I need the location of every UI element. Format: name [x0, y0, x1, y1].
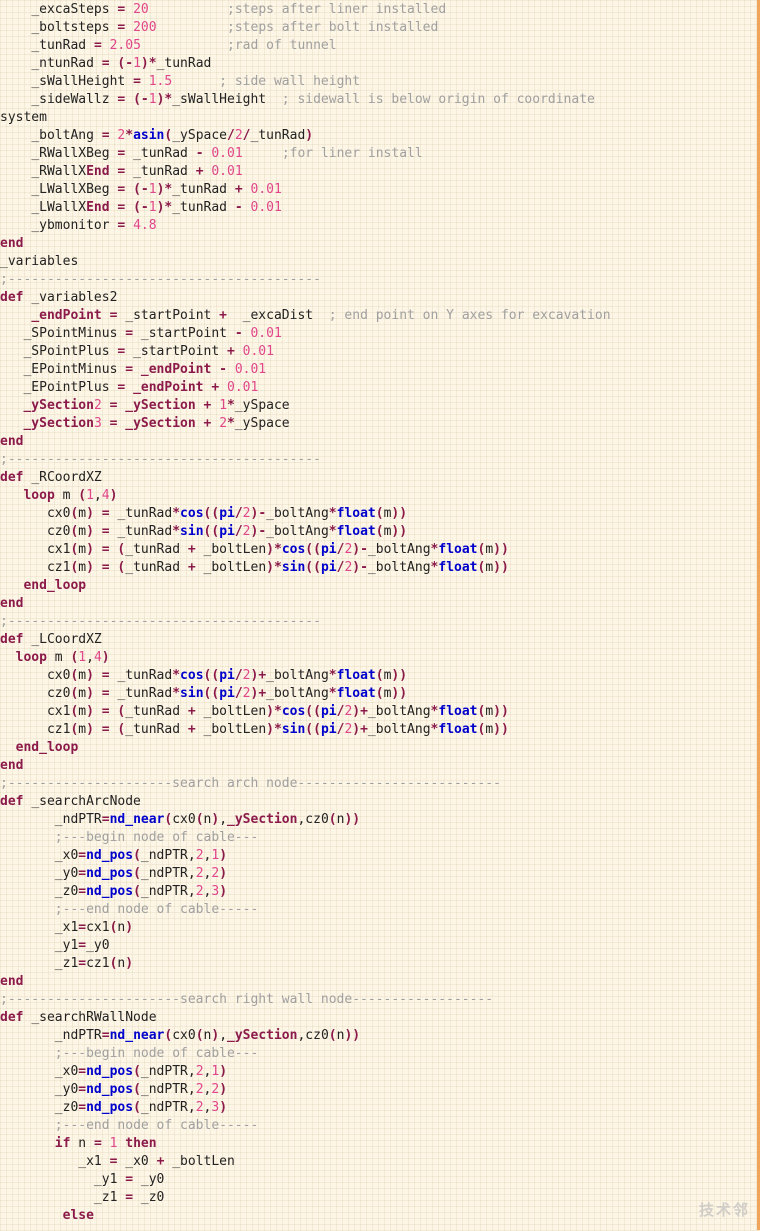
code-line: end	[0, 596, 24, 611]
code-line: ;---------------------------------------…	[0, 614, 321, 629]
code-line: _boltsteps = 200 ;steps after bolt insta…	[31, 20, 439, 35]
code-line: loop m (1,4)	[23, 488, 118, 503]
code-line: def _variables2	[0, 290, 118, 305]
code-line: cx0(m) = _tunRad*cos((pi/2)-_boltAng*flo…	[46, 506, 408, 521]
code-line: _x1 = _x0 + _boltLen	[78, 1154, 235, 1169]
code-line: def _LCoordXZ	[0, 632, 102, 647]
code-line: end	[0, 236, 24, 251]
code-line: else	[62, 1208, 94, 1223]
code-line: _x1=cx1(n)	[54, 920, 134, 935]
code-line: _y0=nd_pos(_ndPTR,2,2)	[54, 866, 228, 881]
code-line: _ntunRad = (-1)*_tunRad	[31, 56, 212, 71]
code-line: cz0(m) = _tunRad*sin((pi/2)-_boltAng*flo…	[46, 524, 408, 539]
code-line: _y1 = _y0	[93, 1172, 165, 1187]
code-line: ;----------------------search right wall…	[0, 992, 494, 1007]
code-line: _ndPTR=nd_near(cx0(n),_ySection,cz0(n))	[54, 1028, 361, 1043]
code-line: def _RCoordXZ	[0, 470, 102, 485]
code-line: _SPointPlus = _startPoint + 0.01	[23, 344, 274, 359]
code-line: cx0(m) = _tunRad*cos((pi/2)+_boltAng*flo…	[46, 668, 408, 683]
code-line: _variables	[0, 254, 79, 269]
code-line: cz0(m) = _tunRad*sin((pi/2)+_boltAng*flo…	[46, 686, 408, 701]
code-line: ;---begin node of cable---	[54, 830, 259, 845]
code-line: _ySection2 = _ySection + 1*_ySpace	[23, 398, 290, 413]
code-line: ;---begin node of cable---	[54, 1046, 259, 1061]
code-line: _sideWallz = (-1)*_sWallHeight ; sidewal…	[31, 92, 595, 107]
code-line: _ySection3 = _ySection + 2*_ySpace	[23, 416, 290, 431]
code-line: end	[0, 434, 24, 449]
code-line: ;---------------------------------------…	[0, 272, 321, 287]
code-line: _ndPTR=nd_near(cx0(n),_ySection,cz0(n))	[54, 812, 361, 827]
code-line: _x0=nd_pos(_ndPTR,2,1)	[54, 1064, 228, 1079]
code-line: if n = 1 then	[54, 1136, 157, 1151]
code-line: ;---------------------search arch node--…	[0, 776, 501, 791]
code-line: ;---end node of cable-----	[54, 902, 259, 917]
code-line: _RWallXEnd = _tunRad + 0.01	[31, 164, 243, 179]
code-line: _EPointPlus = _endPoint + 0.01	[23, 380, 259, 395]
code-line: ;---end node of cable-----	[54, 1118, 259, 1133]
code-line: def _searchArcNode	[0, 794, 141, 809]
code-line: _z1=cz1(n)	[54, 956, 134, 971]
code-line: _ybmonitor = 4.8	[31, 218, 157, 233]
code-line: cz1(m) = (_tunRad + _boltLen)*sin((pi/2)…	[46, 560, 509, 575]
code-line: _boltAng = 2*asin(_ySpace/2/_tunRad)	[31, 128, 314, 143]
code-line: end_loop	[15, 740, 79, 755]
code-line: end	[0, 974, 24, 989]
code-line: system	[0, 110, 47, 125]
code-line: _LWallXBeg = (-1)*_tunRad + 0.01	[31, 182, 282, 197]
code-line: _y0=nd_pos(_ndPTR,2,2)	[54, 1082, 228, 1097]
code-line: _EPointMinus = _endPoint - 0.01	[23, 362, 267, 377]
code-line: loop m (1,4)	[15, 650, 110, 665]
code-editor[interactable]: _excaSteps = 20 ;steps after liner insta…	[0, 0, 754, 1231]
code-line: _excaSteps = 20 ;steps after liner insta…	[31, 2, 447, 17]
code-line: end	[0, 758, 24, 773]
code-line: _x0=nd_pos(_ndPTR,2,1)	[54, 848, 228, 863]
code-line: _tunRad = 2.05 ;rad of tunnel	[31, 38, 337, 53]
code-line: _RWallXBeg = _tunRad - 0.01 ;for liner i…	[31, 146, 423, 161]
code-line: end_loop	[23, 578, 87, 593]
code-line: _sWallHeight = 1.5 ; side wall height	[31, 74, 361, 89]
code-line: _z1 = _z0	[93, 1190, 165, 1205]
code-line: ;---------------------------------------…	[0, 452, 321, 467]
watermark-logo: 技术邻	[698, 1201, 750, 1219]
code-line: _LWallXEnd = (-1)*_tunRad - 0.01	[31, 200, 282, 215]
code-line: cx1(m) = (_tunRad + _boltLen)*cos((pi/2)…	[46, 704, 509, 719]
code-line: cx1(m) = (_tunRad + _boltLen)*cos((pi/2)…	[46, 542, 509, 557]
code-line: _z0=nd_pos(_ndPTR,2,3)	[54, 884, 228, 899]
code-line: _y1=_y0	[54, 938, 110, 953]
code-line: _SPointMinus = _startPoint - 0.01	[23, 326, 282, 341]
code-line: _endPoint = _startPoint + _excaDist ; en…	[31, 308, 611, 323]
code-line: cz1(m) = (_tunRad + _boltLen)*sin((pi/2)…	[46, 722, 509, 737]
code-line: _z0=nd_pos(_ndPTR,2,3)	[54, 1100, 228, 1115]
code-line: def _searchRWallNode	[0, 1010, 157, 1025]
